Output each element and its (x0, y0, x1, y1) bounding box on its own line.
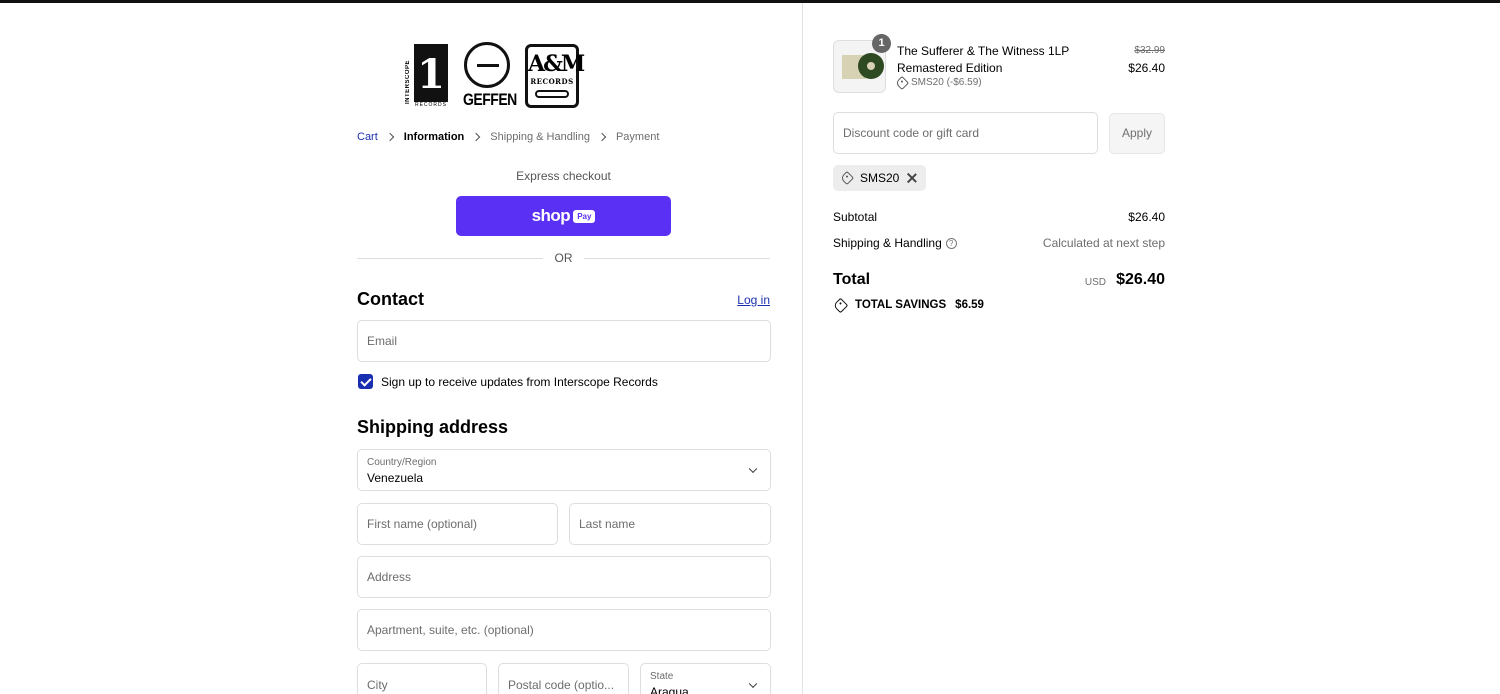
geffen-text: GEFFEN (463, 89, 517, 109)
shipping-heading: Shipping address (357, 417, 509, 437)
product-title: The Sufferer & The Witness 1LP Remastere… (897, 44, 1070, 75)
tag-icon (839, 170, 855, 186)
country-select[interactable]: Country/Region Venezuela (357, 449, 771, 491)
chevron-down-icon (748, 464, 758, 474)
interscope-sub-text: RECORDS (414, 102, 447, 108)
breadcrumb-cart[interactable]: Cart (357, 131, 378, 143)
trumpet-icon (535, 90, 569, 98)
am-text: A&M (528, 51, 585, 77)
product-discount: SMS20 (-$6.59) (894, 75, 982, 90)
total-label: Total (833, 271, 871, 288)
applied-code: SMS20 (860, 171, 900, 185)
original-price: $32.99 (1134, 45, 1165, 56)
shop-pay-button[interactable]: shop Pay (456, 196, 671, 236)
applied-discount-chip: SMS20 (833, 165, 927, 191)
country-label: Country/Region (367, 457, 437, 468)
interscope-logo: INTERSCOPE 1 RECORDS (405, 42, 449, 108)
email-placeholder: Email (367, 334, 398, 348)
express-checkout-label: Express checkout (516, 169, 611, 183)
discount-code-field[interactable]: Discount code or gift card (833, 112, 1098, 154)
chevron-right-icon (385, 132, 395, 142)
shipping-label: Shipping & Handling (833, 236, 942, 250)
contact-heading: Contact (357, 289, 424, 309)
tag-icon (894, 75, 910, 90)
help-icon[interactable]: ? (945, 238, 957, 250)
interscope-side-text: INTERSCOPE (405, 59, 411, 104)
shipping-value: Calculated at next step (1042, 236, 1165, 250)
am-sub-text: RECORDS (530, 77, 574, 86)
postal-code-placeholder: Postal code (optio... (508, 678, 615, 692)
tag-icon (832, 297, 849, 313)
column-divider (802, 3, 803, 694)
first-name-placeholder: First name (optional) (367, 517, 478, 531)
country-value: Venezuela (367, 471, 424, 485)
breadcrumb: Cart Information Shipping & Handling Pay… (357, 131, 659, 143)
am-records-logo: A&M RECORDS (525, 44, 585, 108)
email-field[interactable]: Email (357, 320, 771, 362)
apply-button[interactable]: Apply (1109, 113, 1165, 154)
shop-pay-wordmark: shop (531, 206, 571, 225)
breadcrumb-information: Information (403, 131, 465, 143)
interscope-mark: 1 (414, 44, 448, 102)
or-separator: OR (357, 251, 770, 267)
city-placeholder: City (367, 678, 388, 692)
brand-logos: INTERSCOPE 1 RECORDS GEFFEN A&M RECORDS (405, 42, 585, 109)
vinyl-disc-image (858, 53, 884, 79)
shop-pay-badge: Pay (573, 209, 596, 223)
state-select[interactable]: State Aragua (640, 663, 771, 694)
apartment-placeholder: Apartment, suite, etc. (optional) (367, 623, 534, 637)
subtotal-value: $26.40 (1128, 210, 1165, 224)
first-name-field[interactable]: First name (optional) (357, 503, 558, 545)
chevron-right-icon (597, 132, 607, 142)
breadcrumb-shipping: Shipping & Handling (490, 131, 590, 143)
product-discount-text: SMS20 (-$6.59) (911, 77, 982, 88)
city-field[interactable]: City (357, 663, 487, 694)
apartment-field[interactable]: Apartment, suite, etc. (optional) (357, 609, 771, 651)
chevron-right-icon (472, 132, 481, 142)
postal-code-field[interactable]: Postal code (optio... (498, 663, 629, 694)
geffen-logo: GEFFEN (463, 42, 517, 109)
separator-line (584, 258, 770, 259)
subtotal-label: Subtotal (833, 210, 878, 224)
discount-code-placeholder: Discount code or gift card (843, 126, 980, 140)
state-value: Aragua (650, 685, 689, 694)
state-label: State (650, 671, 674, 682)
geffen-circle (464, 42, 510, 88)
login-link[interactable]: Log in (720, 293, 770, 307)
chevron-down-icon (748, 679, 758, 689)
breadcrumb-payment: Payment (615, 131, 660, 143)
signup-checkbox[interactable] (358, 374, 373, 389)
total-value: $26.40 (1116, 271, 1165, 288)
total-savings: TOTAL SAVINGS $6.59 (832, 297, 984, 313)
top-bar (0, 0, 1500, 3)
last-name-placeholder: Last name (579, 517, 636, 531)
remove-discount-icon[interactable] (907, 173, 917, 183)
signup-label: Sign up to receive updates from Intersco… (381, 375, 658, 389)
shipping-row: Shipping & Handling? (833, 236, 957, 250)
address-field[interactable]: Address (357, 556, 771, 598)
savings-label: TOTAL SAVINGS (855, 299, 947, 311)
address-placeholder: Address (367, 570, 412, 584)
quantity-badge: 1 (872, 34, 891, 53)
last-name-field[interactable]: Last name (569, 503, 771, 545)
current-price: $26.40 (1128, 61, 1165, 75)
savings-value: $6.59 (955, 299, 984, 311)
